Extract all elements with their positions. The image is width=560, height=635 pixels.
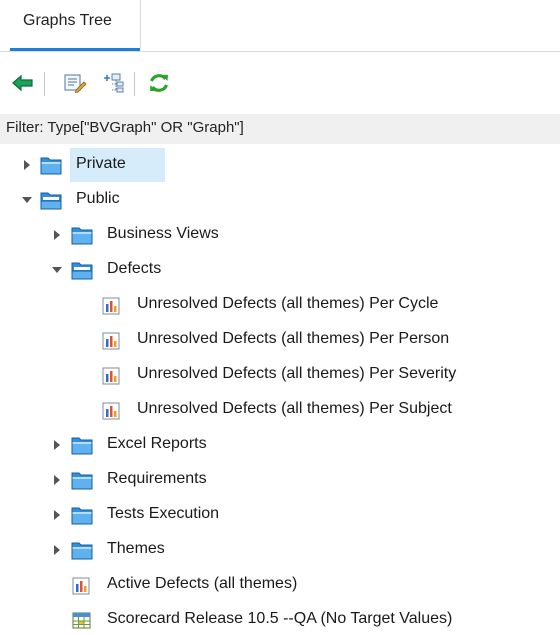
folder-icon xyxy=(71,227,93,245)
tree-item-requirements[interactable]: Requirements xyxy=(0,465,560,495)
bar-chart-icon xyxy=(102,297,120,315)
edit-icon xyxy=(64,74,87,94)
toolbar-separator xyxy=(44,72,45,96)
tree-item-excel-reports[interactable]: Excel Reports xyxy=(0,430,560,460)
tab-label: Graphs Tree xyxy=(23,12,112,29)
tree-item-business-views[interactable]: Business Views xyxy=(0,220,560,250)
bar-chart-icon xyxy=(102,402,120,420)
folder-icon xyxy=(71,542,93,560)
folder-icon xyxy=(40,157,62,175)
tree-item-graph[interactable]: Unresolved Defects (all themes) Per Subj… xyxy=(0,395,560,425)
tree-item-defects[interactable]: Defects xyxy=(0,255,560,285)
tree-item-graph[interactable]: Unresolved Defects (all themes) Per Pers… xyxy=(0,325,560,355)
open-folder-icon xyxy=(71,262,93,280)
refresh-icon xyxy=(149,74,169,92)
tree-item-label: Business Views xyxy=(107,225,219,242)
edit-button[interactable] xyxy=(62,70,88,96)
bar-chart-icon xyxy=(102,332,120,350)
tree-item-active-defects[interactable]: Active Defects (all themes) xyxy=(0,570,560,600)
folder-icon xyxy=(71,507,93,525)
open-folder-icon xyxy=(40,192,62,210)
chevron-right-icon[interactable] xyxy=(50,430,64,460)
chevron-right-icon[interactable] xyxy=(50,465,64,495)
bar-chart-icon xyxy=(72,577,90,595)
chevron-down-icon[interactable] xyxy=(20,185,34,215)
tree-item-label: Requirements xyxy=(107,470,207,487)
chevron-right-icon[interactable] xyxy=(50,535,64,565)
tree-item-private[interactable]: Private xyxy=(0,150,560,180)
tree-item-label: Public xyxy=(76,190,120,207)
tree-item-label: Private xyxy=(76,155,126,172)
toolbar xyxy=(0,66,560,102)
tree-item-tests-execution[interactable]: Tests Execution xyxy=(0,500,560,530)
tab-strip: Graphs Tree xyxy=(0,0,560,52)
tree-item-label: Defects xyxy=(107,260,162,277)
tab-graphs-tree[interactable]: Graphs Tree xyxy=(10,0,141,48)
back-button[interactable] xyxy=(10,70,36,96)
folder-icon xyxy=(71,472,93,490)
chevron-right-icon[interactable] xyxy=(50,500,64,530)
tree-expand-icon xyxy=(104,73,124,93)
tree-item-public[interactable]: Public xyxy=(0,185,560,215)
refresh-button[interactable] xyxy=(146,70,172,96)
tree-item-label: Active Defects (all themes) xyxy=(107,575,298,592)
bar-chart-icon xyxy=(102,367,120,385)
filter-text: Filter: Type["BVGraph" OR "Graph"] xyxy=(6,119,244,136)
toolbar-separator xyxy=(134,72,135,96)
scorecard-icon xyxy=(72,612,91,629)
tree-item-graph[interactable]: Unresolved Defects (all themes) Per Cycl… xyxy=(0,290,560,320)
tree-item-label: Excel Reports xyxy=(107,435,207,452)
back-arrow-icon xyxy=(12,74,33,92)
tree-item-label: Themes xyxy=(107,540,165,557)
tree-item-label: Scorecard Release 10.5 --QA (No Target V… xyxy=(107,610,453,627)
tree-item-label: Unresolved Defects (all themes) Per Subj… xyxy=(137,400,452,417)
tree-expand-button[interactable] xyxy=(100,70,126,96)
tree-item-scorecard[interactable]: Scorecard Release 10.5 --QA (No Target V… xyxy=(0,605,560,635)
chevron-down-icon[interactable] xyxy=(50,255,64,285)
tree-item-label: Unresolved Defects (all themes) Per Seve… xyxy=(137,365,457,382)
chevron-right-icon[interactable] xyxy=(50,220,64,250)
tree-item-label: Unresolved Defects (all themes) Per Pers… xyxy=(137,330,450,347)
tree-item-label: Tests Execution xyxy=(107,505,220,522)
tree-item-graph[interactable]: Unresolved Defects (all themes) Per Seve… xyxy=(0,360,560,390)
folder-icon xyxy=(71,437,93,455)
tree-item-label: Unresolved Defects (all themes) Per Cycl… xyxy=(137,295,439,312)
tab-divider xyxy=(0,51,560,52)
filter-bar: Filter: Type["BVGraph" OR "Graph"] xyxy=(0,114,560,144)
tree-item-themes[interactable]: Themes xyxy=(0,535,560,565)
chevron-right-icon[interactable] xyxy=(20,150,34,180)
